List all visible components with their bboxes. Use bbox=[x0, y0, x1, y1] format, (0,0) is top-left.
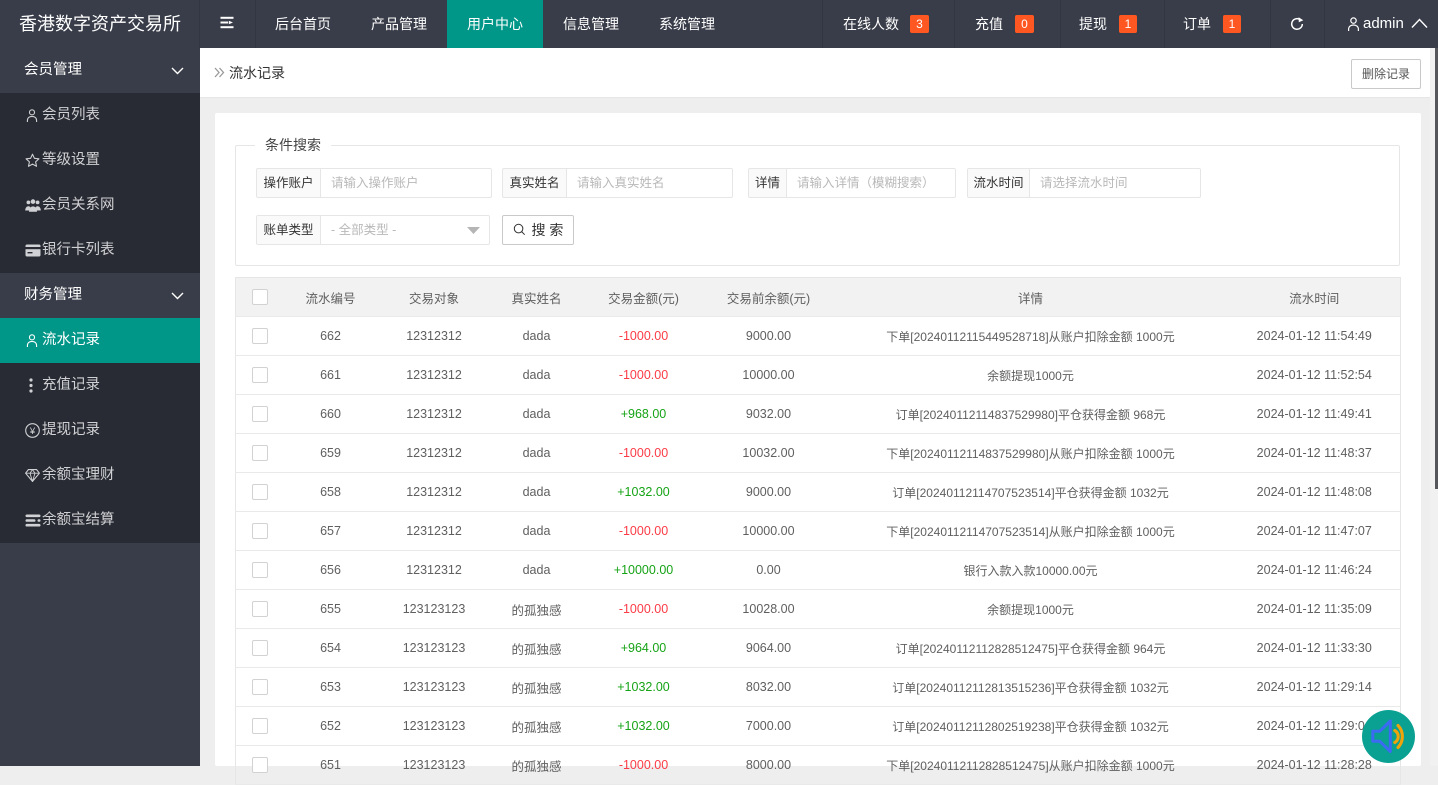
svg-text:¥: ¥ bbox=[29, 426, 36, 437]
